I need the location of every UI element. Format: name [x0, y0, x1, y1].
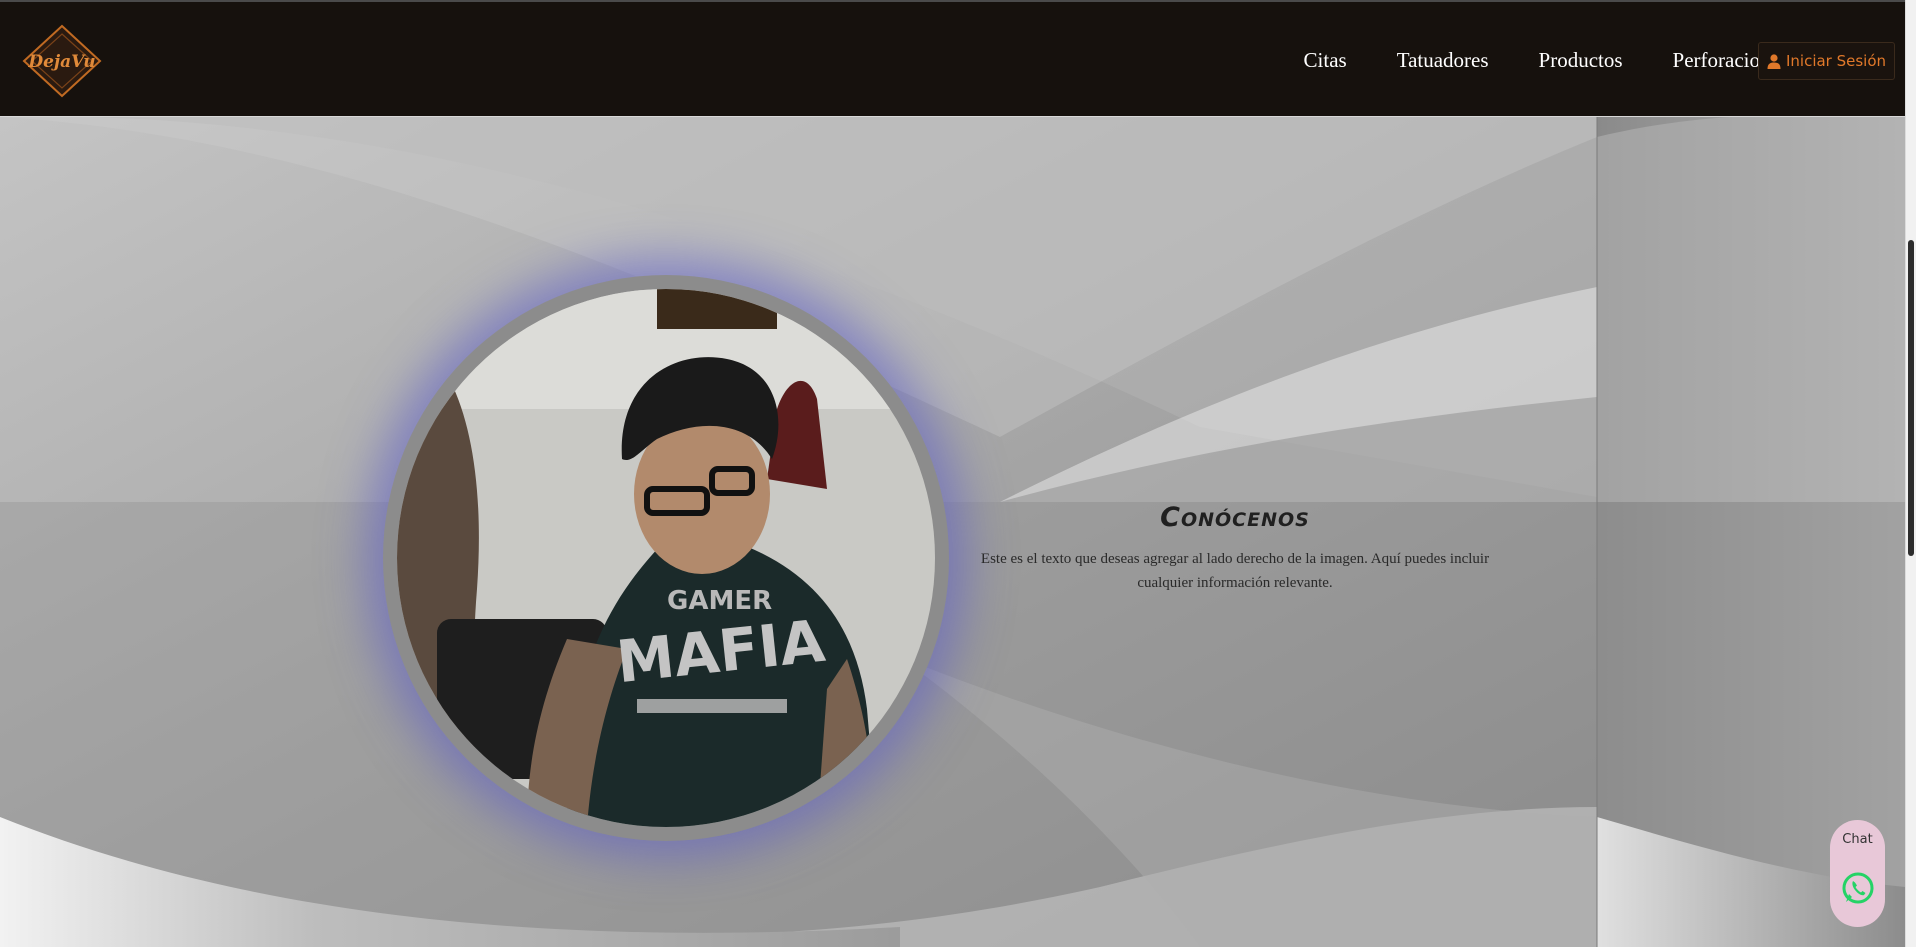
whatsapp-icon[interactable]	[1840, 870, 1876, 906]
page-scrollbar[interactable]	[1905, 0, 1916, 947]
brand-logo[interactable]: DejaVu	[20, 22, 104, 100]
top-navbar: DejaVu Citas Tatuadores Productos Perfor…	[0, 0, 1905, 117]
chat-label: Chat	[1842, 832, 1873, 847]
nav-link-productos[interactable]: Productos	[1539, 48, 1623, 73]
wave-background	[0, 117, 1905, 947]
chat-widget[interactable]: Chat	[1830, 820, 1885, 927]
user-icon	[1767, 53, 1781, 69]
svg-text:GAMER: GAMER	[667, 586, 772, 616]
about-section: GAMER MAFIA Conócenos Este es el texto q…	[0, 117, 1905, 947]
login-button-label: Iniciar Sesión	[1785, 52, 1887, 70]
main-nav: Citas Tatuadores Productos Perforaciones	[1304, 2, 1788, 119]
nav-link-citas[interactable]: Citas	[1304, 48, 1347, 73]
tattoo-artist-photo: GAMER MAFIA	[397, 289, 935, 827]
scrollbar-thumb[interactable]	[1908, 240, 1914, 556]
about-title: Conócenos	[1160, 502, 1310, 533]
profile-photo-frame: GAMER MAFIA	[383, 275, 949, 841]
about-description: Este es el texto que deseas agregar al l…	[980, 551, 1490, 591]
svg-text:DejaVu: DejaVu	[27, 52, 95, 72]
login-button[interactable]: Iniciar Sesión	[1758, 42, 1895, 80]
about-content: Conócenos Este es el texto que deseas ag…	[980, 502, 1490, 595]
nav-link-tatuadores[interactable]: Tatuadores	[1397, 48, 1489, 73]
